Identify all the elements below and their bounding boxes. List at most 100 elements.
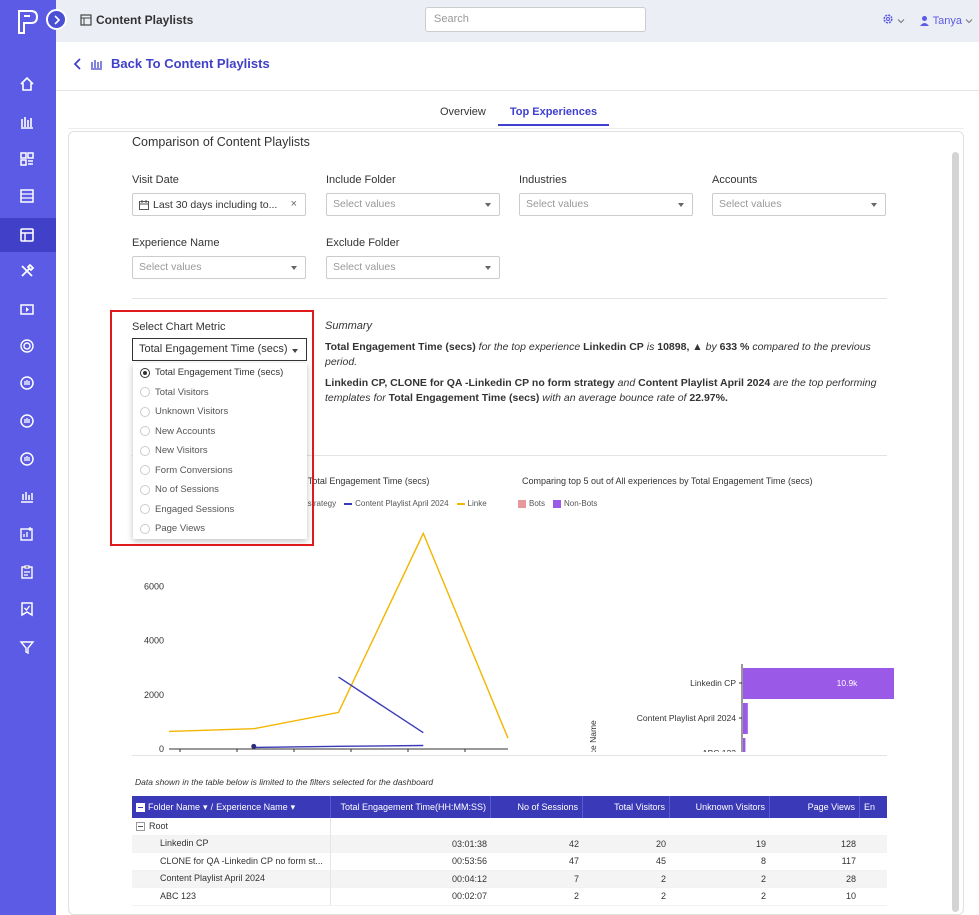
playlist-icon[interactable] <box>16 224 38 246</box>
bar <box>743 668 894 699</box>
header-folder-experience[interactable]: Folder Name ▾ / Experience Name ▾ <box>132 796 331 818</box>
table-row[interactable]: CLONE for QA -Linkedin CP no form st... … <box>132 852 887 871</box>
caret-down-icon <box>485 266 491 270</box>
header-unknown[interactable]: Unknown Visitors <box>670 796 770 818</box>
legend-item[interactable]: Non-Bots <box>553 499 597 508</box>
left-nav <box>0 0 56 915</box>
filter-label: Experience Name <box>132 237 220 249</box>
grid-icon[interactable] <box>16 148 38 170</box>
line-chart-title: y Total Engagement Time (secs) <box>301 476 430 486</box>
data-table: Folder Name ▾ / Experience Name ▾ Total … <box>132 796 887 906</box>
scrollbar[interactable] <box>952 152 959 912</box>
header-engagement[interactable]: Total Engagement Time(HH:MM:SS) <box>331 796 491 818</box>
accounts-select[interactable]: Select values <box>712 193 886 216</box>
category-label: ABC 123 <box>702 748 736 752</box>
tools-icon[interactable] <box>16 260 38 282</box>
hand-icon[interactable] <box>16 372 38 394</box>
y-tick-label: 0 <box>159 744 164 752</box>
filter-include-folder: Include Folder Select values <box>326 174 500 216</box>
experience-name-select[interactable]: Select values <box>132 256 306 279</box>
table-row[interactable]: Content Playlist April 2024 00:04:12 7 2… <box>132 870 887 888</box>
collapse-icon[interactable] <box>136 821 145 831</box>
filter-icon[interactable] <box>16 636 38 658</box>
tabs-divider <box>68 128 964 129</box>
table-row[interactable]: Linkedin CP 03:01:38 42 20 19 128 <box>132 835 887 853</box>
chevron-right-icon <box>53 14 60 25</box>
table-header: Folder Name ▾ / Experience Name ▾ Total … <box>132 796 887 818</box>
bar-chart-legend: Bots Non-Bots <box>518 499 597 508</box>
legend-swatch <box>344 502 353 505</box>
collapse-all-icon[interactable] <box>136 802 145 812</box>
filter-visit-date: Visit Date Last 30 days including to... … <box>132 174 306 216</box>
home-icon[interactable] <box>16 73 38 95</box>
playlist-icon <box>80 14 92 26</box>
legend-item[interactable]: Linke <box>456 499 487 508</box>
visit-date-select[interactable]: Last 30 days including to... × <box>132 193 306 216</box>
series-line-0 <box>168 531 509 739</box>
caret-down-icon <box>291 266 297 270</box>
divider <box>132 298 887 299</box>
chevron-down-icon <box>965 18 973 23</box>
bar <box>743 738 746 752</box>
exclude-folder-select[interactable]: Select values <box>326 256 500 279</box>
summary-panel: Summary Total Engagement Time (secs) for… <box>325 319 885 412</box>
bar-value-label: 10.9k <box>837 678 859 688</box>
bookmark-icon[interactable] <box>16 598 38 620</box>
back-link[interactable]: Back To Content Playlists <box>74 56 270 71</box>
bar <box>743 703 748 734</box>
clear-icon[interactable]: × <box>291 198 297 210</box>
table-row-root[interactable]: Root <box>132 817 887 836</box>
table-row[interactable]: ABC 123 00:02:07 2 2 2 10 <box>132 887 887 906</box>
filter-label: Industries <box>519 174 567 186</box>
header-pageviews[interactable]: Page Views <box>770 796 860 818</box>
highlight-box <box>110 310 314 546</box>
sort-icon[interactable]: ▾ <box>203 796 208 818</box>
user-icon <box>919 16 929 26</box>
bar-chart-title: Comparing top 5 out of All experiences b… <box>522 476 813 486</box>
library-icon <box>91 59 102 70</box>
header-visitors[interactable]: Total Visitors <box>583 796 670 818</box>
y-axis-label: Experience Name <box>588 720 598 752</box>
tab-overview[interactable]: Overview <box>428 106 498 126</box>
card-title: Comparison of Content Playlists <box>132 135 310 149</box>
layout-icon[interactable] <box>16 185 38 207</box>
header-extra[interactable]: En <box>860 796 887 818</box>
filter-industries: Industries Select values <box>519 174 693 216</box>
header-sessions[interactable]: No of Sessions <box>491 796 583 818</box>
legend-item[interactable]: Bots <box>518 499 545 508</box>
category-label: Linkedin CP <box>690 678 736 688</box>
tab-top-experiences[interactable]: Top Experiences <box>497 106 610 126</box>
y-tick-label: 6000 <box>144 581 164 591</box>
target-icon[interactable] <box>16 335 38 357</box>
reports-icon[interactable] <box>16 485 38 507</box>
hand-icon-3[interactable] <box>16 448 38 470</box>
include-folder-select[interactable]: Select values <box>326 193 500 216</box>
chart-add-icon[interactable] <box>16 523 38 545</box>
summary-line-1: Total Engagement Time (secs) for the top… <box>325 341 871 368</box>
nav-expand-button[interactable] <box>46 9 67 30</box>
data-point <box>251 743 257 749</box>
chevron-left-icon <box>74 57 81 70</box>
user-menu[interactable]: Tanya <box>919 15 973 27</box>
sort-icon[interactable]: ▾ <box>291 796 296 818</box>
series-line-1 <box>338 676 424 734</box>
clipboard-icon[interactable] <box>16 561 38 583</box>
filter-label: Accounts <box>712 174 758 186</box>
settings-menu[interactable] <box>882 13 905 28</box>
video-icon[interactable] <box>16 298 38 320</box>
brand-logo-icon <box>18 10 39 34</box>
table-note: Data shown in the table below is limited… <box>135 777 434 787</box>
divider <box>132 755 887 756</box>
chevron-down-icon <box>897 19 905 24</box>
industries-select[interactable]: Select values <box>519 193 693 216</box>
series-line-2 <box>253 744 424 749</box>
legend-item[interactable]: Content Playlist April 2024 <box>344 499 449 508</box>
search-input[interactable]: Search <box>425 7 646 32</box>
filter-accounts: Accounts Select values <box>712 174 886 216</box>
hand-icon-2[interactable] <box>16 410 38 432</box>
back-link-label: Back To Content Playlists <box>111 56 270 71</box>
tab-bar: Overview Top Experiences <box>428 106 610 126</box>
caret-down-icon <box>485 203 491 207</box>
summary-line-2: Linkedin CP, CLONE for QA -Linkedin CP n… <box>325 377 877 404</box>
analytics-icon[interactable] <box>16 111 38 133</box>
